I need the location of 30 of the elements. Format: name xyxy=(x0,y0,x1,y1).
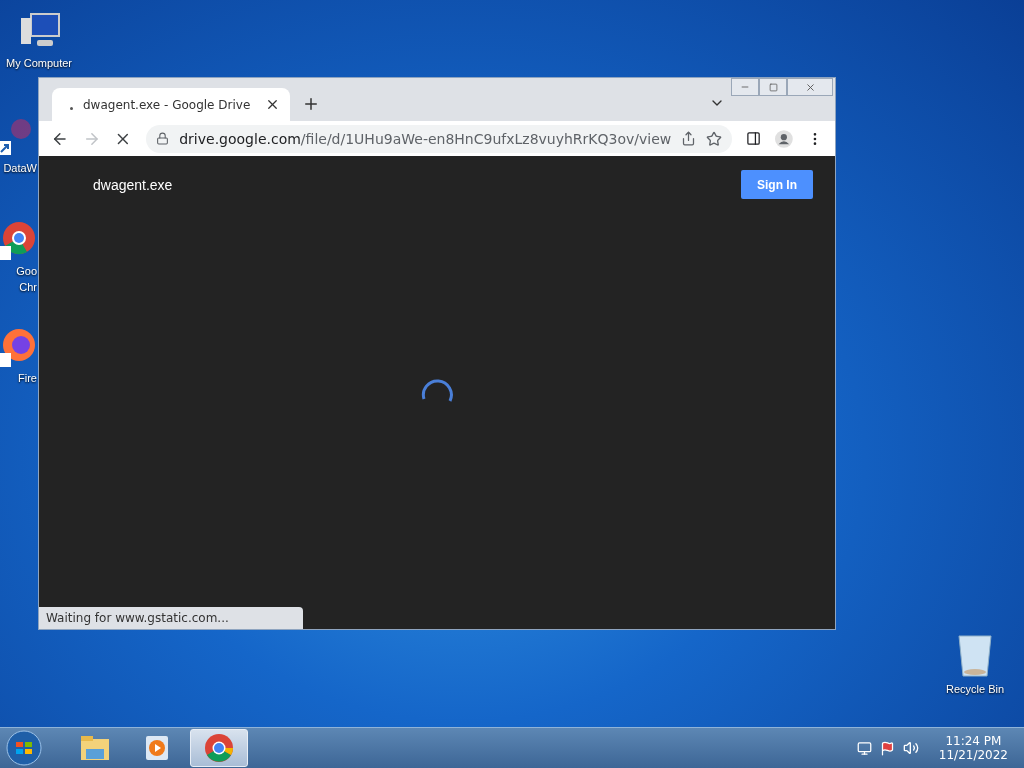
maximize-icon xyxy=(768,82,778,92)
icon-label: My Computer xyxy=(6,56,72,70)
icon-label: Fire xyxy=(18,371,37,385)
browser-tab[interactable]: dwagent.exe - Google Drive xyxy=(52,88,290,121)
icon-label: Chr xyxy=(19,280,37,294)
media-player-icon[interactable] xyxy=(145,735,169,761)
file-name: dwagent.exe xyxy=(93,176,173,193)
network-icon[interactable] xyxy=(856,740,872,756)
profile-icon[interactable] xyxy=(775,128,794,149)
icon-label: Goo xyxy=(16,264,37,278)
share-icon[interactable] xyxy=(681,131,697,146)
action-center-icon[interactable] xyxy=(879,740,895,756)
close-icon xyxy=(804,81,816,93)
volume-icon[interactable] xyxy=(902,740,919,756)
folder-icon[interactable] xyxy=(80,735,110,761)
clock[interactable]: 11:24 PM 11/21/2022 xyxy=(938,734,1008,762)
recycle-bin-icon xyxy=(955,632,995,680)
chrome-icon[interactable] xyxy=(204,733,234,763)
new-tab-icon[interactable] xyxy=(302,95,320,113)
status-bubble: Waiting for www.gstatic.com... xyxy=(39,607,303,629)
taskbar-button[interactable] xyxy=(190,729,248,767)
bookmark-icon[interactable] xyxy=(706,130,723,147)
address-bar[interactable]: drive.google.com/file/d/1UHu9aWe-en8HnC9ufxLz8vuyhRrKQ3ov/view xyxy=(146,124,733,153)
loading-icon xyxy=(70,107,73,110)
start-button[interactable] xyxy=(4,730,44,766)
icon-label: Recycle Bin xyxy=(945,682,1005,696)
lock-icon xyxy=(156,132,170,145)
side-panel-icon[interactable] xyxy=(746,130,762,147)
icon-label: DataW xyxy=(3,161,37,175)
close-icon[interactable] xyxy=(265,97,280,112)
